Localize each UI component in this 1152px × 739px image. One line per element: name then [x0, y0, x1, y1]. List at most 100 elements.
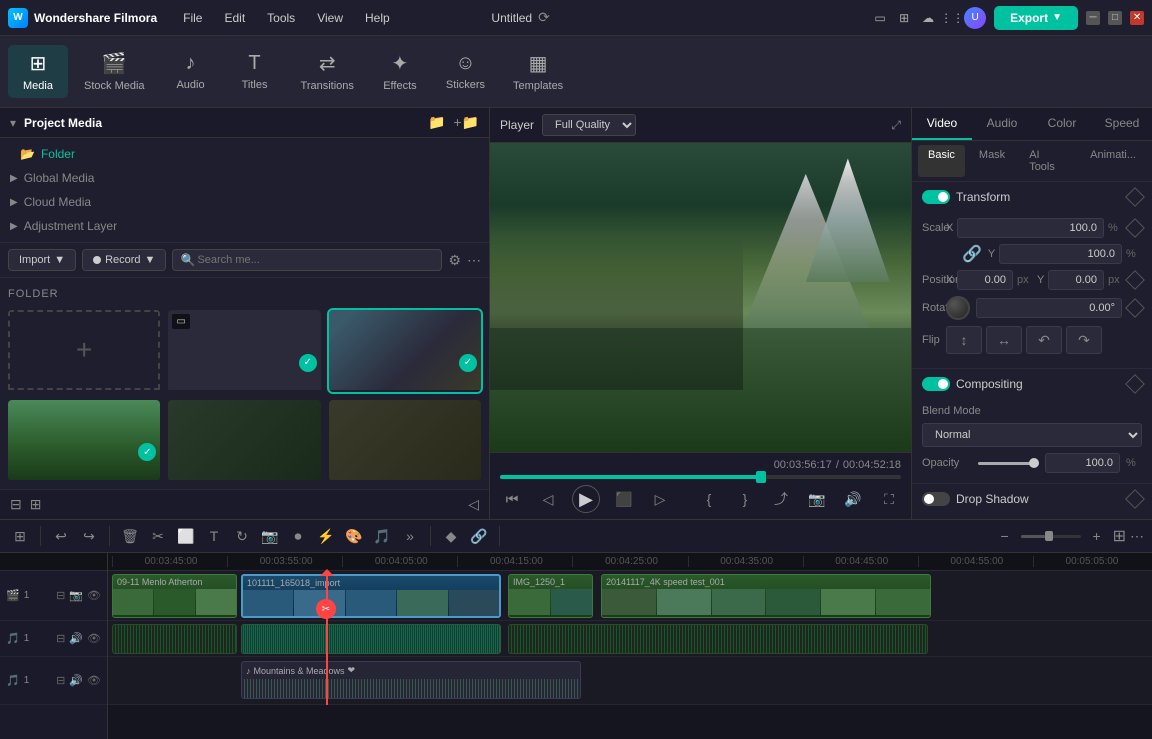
- tool-stickers[interactable]: ☺ Stickers: [434, 46, 497, 97]
- collapse-panel-icon[interactable]: ◁: [468, 496, 479, 513]
- clip-101111[interactable]: 101111_165018_import: [241, 574, 501, 618]
- frame-back-icon[interactable]: ◁: [536, 487, 560, 511]
- tl-speed-icon[interactable]: ⚡: [314, 524, 338, 548]
- clip-20141117[interactable]: 20141117_4K speed test_001: [601, 574, 931, 618]
- folder-item-adjustment[interactable]: ▶ Adjustment Layer: [0, 214, 489, 238]
- opacity-input[interactable]: [1045, 453, 1120, 473]
- extract-icon[interactable]: ⤴: [769, 487, 793, 511]
- track-camera-icon[interactable]: 📷: [69, 589, 83, 602]
- maximize-button[interactable]: □: [1108, 11, 1122, 25]
- panel-add-folder-icon[interactable]: 📁: [428, 114, 445, 131]
- tl-crop-icon[interactable]: ⬜: [174, 524, 198, 548]
- drop-shadow-keyframe-icon[interactable]: [1125, 489, 1145, 509]
- tl-grid-icon[interactable]: ⊞: [1113, 526, 1126, 546]
- track-lock-a-icon[interactable]: ⊟: [56, 632, 65, 645]
- mark-in-icon[interactable]: {: [697, 487, 721, 511]
- position-x-input[interactable]: [957, 270, 1013, 290]
- menu-file[interactable]: File: [173, 7, 212, 29]
- tool-audio[interactable]: ♪ Audio: [161, 46, 221, 97]
- transform-header[interactable]: Transform: [912, 182, 1152, 212]
- minimize-button[interactable]: ─: [1086, 11, 1100, 25]
- panel-new-folder-icon[interactable]: +📁: [453, 114, 479, 131]
- track-mute-video-icon[interactable]: 👁: [87, 589, 101, 602]
- monitor-icon[interactable]: ▭: [868, 6, 892, 30]
- track-vol-m-icon[interactable]: 🔊: [69, 674, 83, 687]
- tl-undo-icon[interactable]: ↩: [49, 524, 73, 548]
- apps-icon[interactable]: ⋮⋮: [940, 6, 964, 30]
- link-scale-icon[interactable]: 🔗: [962, 244, 982, 264]
- tl-audio-icon[interactable]: 🎵: [370, 524, 394, 548]
- tl-zoom-plus-icon[interactable]: +: [1085, 524, 1109, 548]
- flip-vertical-button[interactable]: ↕: [946, 326, 982, 354]
- tool-titles[interactable]: T Titles: [225, 46, 285, 97]
- track-lock-m-icon[interactable]: ⊟: [56, 674, 65, 687]
- record-button[interactable]: Record ▼: [82, 249, 166, 271]
- import-media-item[interactable]: + Import Media: [8, 310, 160, 392]
- fullscreen-icon[interactable]: ⛶: [877, 487, 901, 511]
- frame-forward-icon[interactable]: ▷: [648, 487, 672, 511]
- tool-templates[interactable]: ▦ Templates: [501, 45, 575, 98]
- media-item-vid2[interactable]: ✓ 101111_165018_import: [8, 400, 160, 482]
- volume-icon[interactable]: 🔊: [841, 487, 865, 511]
- tl-text-icon[interactable]: T: [202, 524, 226, 548]
- grid-icon[interactable]: ⊞: [892, 6, 916, 30]
- stop-icon[interactable]: ⬛: [612, 487, 636, 511]
- sub-tab-mask[interactable]: Mask: [969, 145, 1015, 177]
- flip-horizontal-button[interactable]: ↔: [986, 326, 1022, 354]
- flip-ccw-button[interactable]: ↶: [1026, 326, 1062, 354]
- tab-color[interactable]: Color: [1032, 108, 1092, 140]
- track-vol-icon[interactable]: 🔊: [69, 632, 83, 645]
- tl-camera-icon[interactable]: 📷: [258, 524, 282, 548]
- track-lock-icon[interactable]: ⊟: [56, 589, 65, 602]
- tl-add-track-icon[interactable]: ⊞: [8, 524, 32, 548]
- skip-back-icon[interactable]: ⏮: [500, 487, 524, 511]
- menu-help[interactable]: Help: [355, 7, 400, 29]
- rotate-keyframe-icon[interactable]: [1125, 298, 1145, 318]
- tl-options-icon[interactable]: ⋯: [1130, 528, 1144, 545]
- export-button[interactable]: Export ▼: [994, 6, 1078, 30]
- menu-tools[interactable]: Tools: [257, 7, 305, 29]
- tool-transitions[interactable]: ⇄ Transitions: [289, 45, 366, 98]
- tl-link-icon[interactable]: 🔗: [467, 524, 491, 548]
- sub-tab-ai-tools[interactable]: AI Tools: [1019, 145, 1076, 177]
- layout-list-icon[interactable]: ⊟: [10, 496, 22, 513]
- menu-edit[interactable]: Edit: [214, 7, 255, 29]
- tl-cut-icon[interactable]: ✂: [146, 524, 170, 548]
- folder-item-cloud[interactable]: ▶ Cloud Media: [0, 190, 489, 214]
- transform-toggle[interactable]: [922, 190, 950, 204]
- cloud-icon[interactable]: ☁: [916, 6, 940, 30]
- compositing-header[interactable]: Compositing: [912, 369, 1152, 399]
- tab-speed[interactable]: Speed: [1092, 108, 1152, 140]
- progress-bar[interactable]: [500, 475, 901, 479]
- tl-zoom-track[interactable]: [1021, 535, 1081, 538]
- menu-view[interactable]: View: [307, 7, 353, 29]
- track-mute-a-icon[interactable]: 👁: [87, 632, 101, 645]
- scale-keyframe-icon[interactable]: [1125, 218, 1145, 238]
- transform-keyframe-icon[interactable]: [1125, 187, 1145, 207]
- tool-effects[interactable]: ✦ Effects: [370, 45, 430, 98]
- tool-media[interactable]: ⊞ Media: [8, 45, 68, 98]
- media-item-img1250[interactable]: ▭ ✓ IMG_1250_1: [168, 310, 320, 392]
- music-clip[interactable]: ♪ Mountains & Meadows ❤: [241, 661, 581, 699]
- tl-redo-icon[interactable]: ↪: [77, 524, 101, 548]
- flip-cw-button[interactable]: ↷: [1066, 326, 1102, 354]
- snapshot-icon[interactable]: 📷: [805, 487, 829, 511]
- media-item-vid3[interactable]: [168, 400, 320, 482]
- tab-video[interactable]: Video: [912, 108, 972, 140]
- play-button[interactable]: ▶: [572, 485, 600, 513]
- layout-grid-icon[interactable]: ⊞: [30, 496, 42, 513]
- avatar[interactable]: U: [964, 7, 986, 29]
- expand-player-icon[interactable]: ⤢: [891, 118, 901, 133]
- rotate-wheel[interactable]: [946, 296, 970, 320]
- drop-shadow-header[interactable]: Drop Shadow: [912, 484, 1152, 514]
- tl-rotate-icon[interactable]: ↻: [230, 524, 254, 548]
- tl-more-icon[interactable]: »: [398, 524, 422, 548]
- search-input[interactable]: [172, 249, 442, 271]
- tl-zoom-minus-icon[interactable]: −: [993, 524, 1017, 548]
- sub-tab-animation[interactable]: Animati...: [1080, 145, 1146, 177]
- mark-out-icon[interactable]: }: [733, 487, 757, 511]
- tool-stock-media[interactable]: 🎬 Stock Media: [72, 45, 157, 98]
- tab-audio[interactable]: Audio: [972, 108, 1032, 140]
- clip-menlo[interactable]: 09-11 Menlo Atherton: [112, 574, 237, 618]
- folder-item-global[interactable]: ▶ Global Media: [0, 166, 489, 190]
